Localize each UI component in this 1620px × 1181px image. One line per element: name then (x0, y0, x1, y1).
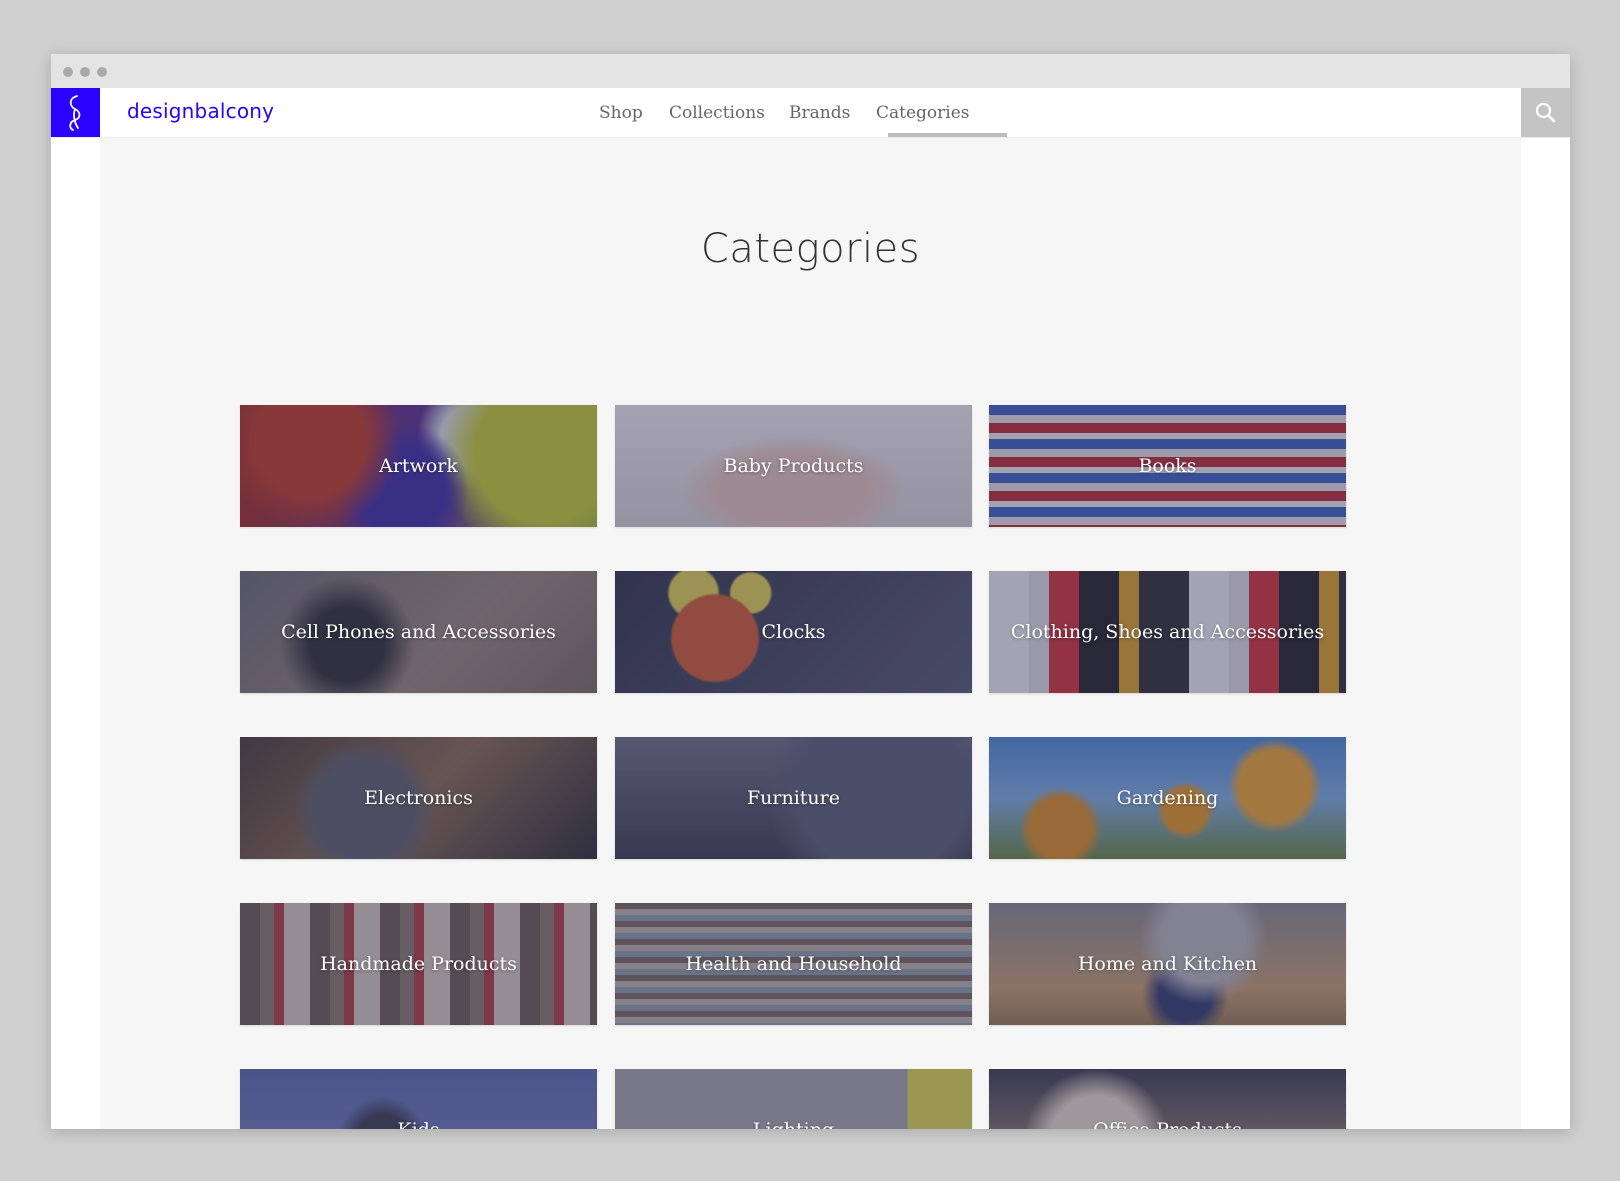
category-tile-handmade[interactable]: Handmade Products (240, 903, 597, 1025)
category-tile-books[interactable]: Books (989, 405, 1346, 527)
category-tile-clothing[interactable]: Clothing, Shoes and Accessories (989, 571, 1346, 693)
window-control-dot[interactable] (80, 67, 90, 77)
category-tile-cell-phones[interactable]: Cell Phones and Accessories (240, 571, 597, 693)
category-tile-home-kitchen[interactable]: Home and Kitchen (989, 903, 1346, 1025)
category-label: Baby Products (723, 455, 864, 477)
window-titlebar (51, 54, 1570, 88)
category-tile-health[interactable]: Health and Household (615, 903, 972, 1025)
nav-brands[interactable]: Brands (789, 103, 850, 123)
category-label: Handmade Products (320, 953, 517, 975)
top-navbar: designbalcony Shop Collections Brands Ca… (51, 88, 1570, 138)
page-title: Categories (700, 226, 921, 272)
category-label: Gardening (1116, 787, 1219, 809)
category-tile-gardening[interactable]: Gardening (989, 737, 1346, 859)
search-button[interactable] (1521, 88, 1570, 137)
category-tile-furniture[interactable]: Furniture (615, 737, 972, 859)
category-label: Lighting (615, 1069, 972, 1129)
category-tile-lighting[interactable]: Lighting (615, 1069, 972, 1129)
category-label: Health and Household (685, 953, 902, 975)
brand-name[interactable]: designbalcony (127, 99, 274, 123)
category-label: Office Products (989, 1069, 1346, 1129)
logo-mark-icon (69, 95, 81, 131)
category-tile-artwork[interactable]: Artwork (240, 405, 597, 527)
category-label: Electronics (364, 787, 473, 809)
category-label: Artwork (379, 455, 458, 477)
nav-shop[interactable]: Shop (599, 103, 643, 123)
browser-window: designbalcony Shop Collections Brands Ca… (51, 54, 1570, 1129)
category-label: Furniture (746, 787, 840, 809)
category-label: Clothing, Shoes and Accessories (1010, 621, 1325, 643)
category-tile-kids[interactable]: Kids (240, 1069, 597, 1129)
logo[interactable] (51, 88, 100, 137)
category-label: Cell Phones and Accessories (281, 621, 556, 643)
window-control-dot[interactable] (97, 67, 107, 77)
main-content: Categories Artwork Baby Products Books C… (100, 138, 1521, 1129)
category-label: Kids (240, 1069, 597, 1129)
nav-categories[interactable]: Categories (876, 103, 970, 123)
category-tile-office[interactable]: Office Products (989, 1069, 1346, 1129)
category-label: Clocks (761, 621, 826, 643)
category-tile-clocks[interactable]: Clocks (615, 571, 972, 693)
active-tab-indicator (888, 133, 1007, 137)
category-tile-baby-products[interactable]: Baby Products (615, 405, 972, 527)
nav-collections[interactable]: Collections (669, 103, 765, 123)
category-label: Home and Kitchen (1077, 953, 1258, 975)
window-control-dot[interactable] (63, 67, 73, 77)
category-label: Books (1138, 455, 1197, 477)
search-icon (1535, 102, 1556, 123)
category-tile-electronics[interactable]: Electronics (240, 737, 597, 859)
